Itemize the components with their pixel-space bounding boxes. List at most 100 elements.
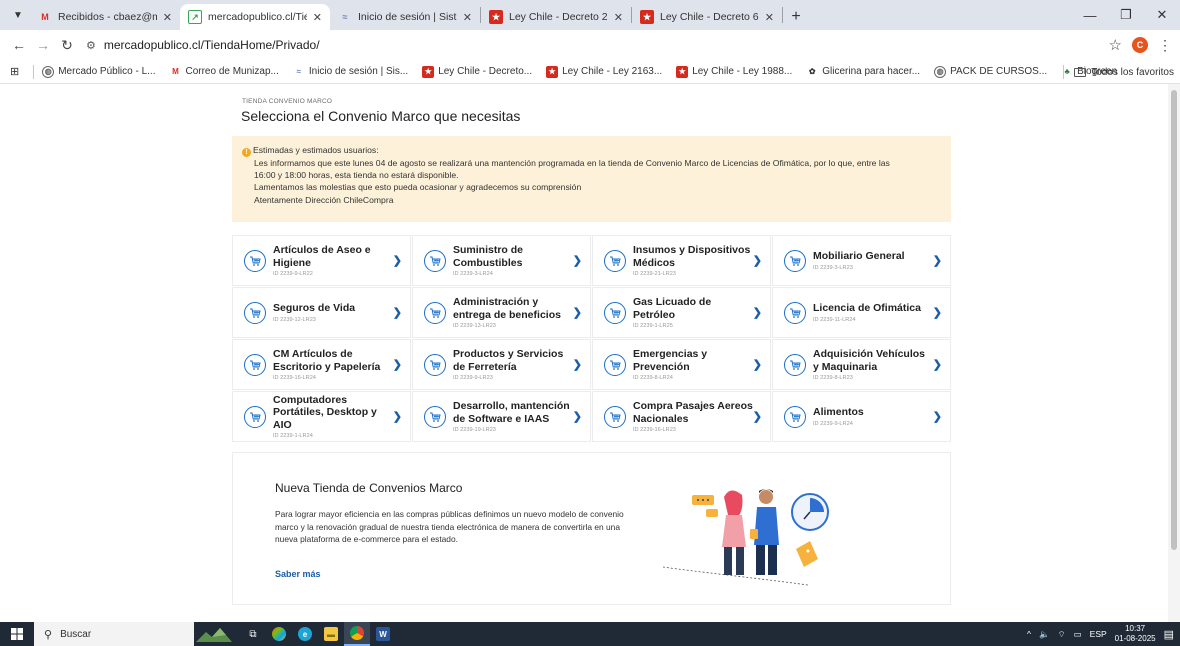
network-icon[interactable]: ▭ — [1074, 629, 1082, 640]
chevron-right-icon: ❯ — [392, 358, 402, 371]
chevron-up-icon[interactable]: ^ — [1027, 629, 1031, 639]
tab-search-dropdown-icon[interactable]: ▼ — [6, 0, 30, 30]
close-tab-icon[interactable]: ✕ — [463, 11, 472, 24]
bookmark-divider — [1063, 65, 1065, 79]
tab-leychile-250[interactable]: ★ Ley Chile - Decreto 250 24-SEP ✕ — [481, 4, 631, 30]
notice-line: Lamentamos las molestias que esto pueda … — [254, 182, 582, 193]
scrollbar-thumb[interactable] — [1171, 90, 1177, 550]
leychile-icon: ★ — [489, 10, 503, 24]
convenio-card[interactable]: Emergencias y Prevención ID 2239-8-LR24 ❯ — [592, 339, 771, 390]
taskbar-search[interactable]: ⚲ Buscar — [34, 622, 194, 646]
convenio-card[interactable]: Licencia de Ofimática ID 2239-11-LR24 ❯ — [772, 287, 951, 338]
convenio-title: Emergencias y Prevención — [633, 348, 708, 373]
convenio-card[interactable]: Mobiliario General ID 2239-3-LR23 ❯ — [772, 235, 951, 286]
browser-toolbar: ← → ↻ ⚙ mercadopublico.cl/TiendaHome/Pri… — [0, 30, 1180, 60]
bookmark-star-icon[interactable]: ☆ — [1109, 36, 1122, 54]
file-explorer-icon[interactable]: ▬ — [318, 622, 344, 646]
shopping-cart-icon — [604, 353, 626, 376]
convenio-id: ID 2239-21-LR23 — [633, 271, 676, 277]
convenio-card[interactable]: Insumos y Dispositivos Médicos ID 2239-21… — [592, 235, 771, 286]
bookmark-item[interactable]: ◍ Mercado Público - L... — [42, 65, 155, 78]
chevron-right-icon: ❯ — [572, 410, 582, 423]
convenio-id: ID 2239-8-LR23 — [813, 375, 853, 381]
reload-icon[interactable]: ↻ — [56, 34, 78, 56]
convenio-card[interactable]: CM Artículos de Escritorio y Papelería ID… — [232, 339, 411, 390]
convenio-card[interactable]: Alimentos ID 2239-9-LR24 ❯ — [772, 391, 951, 442]
profile-avatar[interactable]: C — [1132, 37, 1148, 53]
convenio-card[interactable]: Computadores Portátiles, Desktop y AIO ID… — [232, 391, 411, 442]
shopping-cart-icon — [244, 353, 266, 376]
tab-sistema-gestion[interactable]: ≈ Inicio de sesión | Sistema Gestión ✕ — [330, 4, 480, 30]
convenio-card[interactable]: Productos y Servicios de Ferretería ID 22… — [412, 339, 591, 390]
wifi-icon[interactable]: ⌔ — [1058, 629, 1066, 640]
leychile-icon: ★ — [640, 10, 654, 24]
bookmark-item[interactable]: ★ Ley Chile - Decreto... — [422, 65, 532, 78]
warning-icon: ! — [242, 148, 251, 157]
tab-leychile-661[interactable]: ★ Ley Chile - Decreto 661 12-DIC ✕ — [632, 4, 782, 30]
bookmark-item[interactable]: ≈ Inicio de sesión | Sis... — [293, 66, 409, 78]
restore-icon[interactable]: ❐ — [1108, 0, 1144, 30]
convenio-card[interactable]: Desarrollo, mantención de Software e IAA… — [412, 391, 591, 442]
volume-icon[interactable]: 🔈 — [1039, 629, 1050, 640]
convenio-card[interactable]: Seguros de Vida ID 2239-12-LR23 ❯ — [232, 287, 411, 338]
tab-gmail[interactable]: M Recibidos - cbaez@munizapallo ✕ — [30, 4, 180, 30]
minimize-icon[interactable]: — — [1072, 0, 1108, 30]
browser-menu-icon[interactable]: ⋮ — [1158, 37, 1172, 54]
convenio-title: Computadores Portátiles, Desktop y AIO — [273, 393, 377, 431]
bookmark-item[interactable]: M Correo de Munizap... — [169, 66, 279, 78]
close-tab-icon[interactable]: ✕ — [163, 11, 172, 24]
language-indicator[interactable]: ESP — [1090, 629, 1107, 639]
promo-title: Nueva Tienda de Convenios Marco — [275, 481, 463, 495]
convenio-id: ID 2239-3-LR24 — [453, 271, 493, 277]
url-bar[interactable]: ⚙ mercadopublico.cl/TiendaHome/Privado/ — [86, 34, 1099, 56]
globe-icon: ◍ — [42, 65, 55, 78]
convenio-id: ID 2239-9-LR24 — [813, 420, 853, 427]
convenio-card[interactable]: Artículos de Aseo e Higiene ID 2239-9-LR2… — [232, 235, 411, 286]
forward-arrow-icon[interactable]: → — [32, 34, 54, 56]
edge-icon[interactable]: e — [292, 622, 318, 646]
bookmark-item[interactable]: ★ Ley Chile - Ley 2163... — [546, 65, 662, 78]
app-colorful-icon[interactable] — [266, 622, 292, 646]
shopping-cart-icon — [784, 249, 806, 272]
convenio-title: CM Artículos de Escritorio y Papelería — [273, 348, 381, 373]
convenio-card[interactable]: Compra Pasajes Aereos Nacionales ID 2239-… — [592, 391, 771, 442]
chrome-icon[interactable] — [344, 622, 370, 646]
site-icon: ✿ — [808, 67, 816, 76]
task-view-icon[interactable]: ⧉ — [240, 622, 266, 646]
page-scrollbar[interactable] — [1168, 84, 1180, 622]
clock[interactable]: 10:37 01-08-2025 — [1115, 624, 1156, 644]
bookmark-item[interactable]: ✿ Glicerina para hacer... — [806, 66, 920, 78]
tab-mercadopublico[interactable]: ↗ mercadopublico.cl/TiendaHome ✕ — [180, 4, 330, 30]
bookmark-item[interactable]: ◍ PACK DE CURSOS... — [934, 65, 1047, 78]
mercadopublico-icon: ↗ — [188, 10, 202, 24]
word-icon[interactable]: W — [370, 622, 396, 646]
convenio-title: Insumos y Dispositivos Médicos — [633, 244, 751, 269]
bookmark-divider — [33, 64, 35, 79]
back-arrow-icon[interactable]: ← — [8, 34, 30, 56]
site-settings-icon[interactable]: ⚙ — [86, 39, 96, 52]
notifications-icon[interactable]: ▤ — [1164, 628, 1174, 641]
convenio-card[interactable]: Adquisición Vehículos y Maquinaria ID 223… — [772, 339, 951, 390]
convenio-id: ID 2239-19-LR23 — [453, 427, 496, 433]
convenio-card[interactable]: Administración y entrega de beneficios ID… — [412, 287, 591, 338]
new-tab-button[interactable]: + — [783, 4, 809, 30]
bookmark-item[interactable]: ★ Ley Chile - Ley 1988... — [676, 65, 792, 78]
convenio-card[interactable]: Gas Licuado de Petróleo ID 2239-1-LR25 ❯ — [592, 287, 771, 338]
sistema-icon: ≈ — [342, 12, 348, 22]
close-tab-icon[interactable]: ✕ — [765, 11, 774, 24]
close-tab-icon[interactable]: ✕ — [313, 11, 322, 24]
system-tray: ^ 🔈 ⌔ ▭ ESP 10:37 01-08-2025 ▤ — [1027, 622, 1174, 646]
tab-label: Recibidos - cbaez@munizapallo — [58, 11, 157, 23]
convenio-card[interactable]: Suministro de Combustibles ID 2239-3-LR24… — [412, 235, 591, 286]
all-bookmarks-button[interactable]: Todos los favoritos — [1074, 67, 1174, 78]
learn-more-link[interactable]: Saber más — [275, 569, 321, 579]
close-tab-icon[interactable]: ✕ — [614, 11, 623, 24]
close-window-icon[interactable]: ✕ — [1144, 0, 1180, 30]
gmail-icon: M — [41, 12, 49, 22]
landscape-widget-icon[interactable] — [194, 622, 234, 646]
clock-date: 01-08-2025 — [1114, 634, 1156, 643]
start-button[interactable] — [0, 622, 34, 646]
apps-grid-icon[interactable]: ⊞ — [10, 65, 19, 78]
leychile-icon: ★ — [546, 65, 559, 78]
globe-icon: ◍ — [934, 65, 947, 78]
